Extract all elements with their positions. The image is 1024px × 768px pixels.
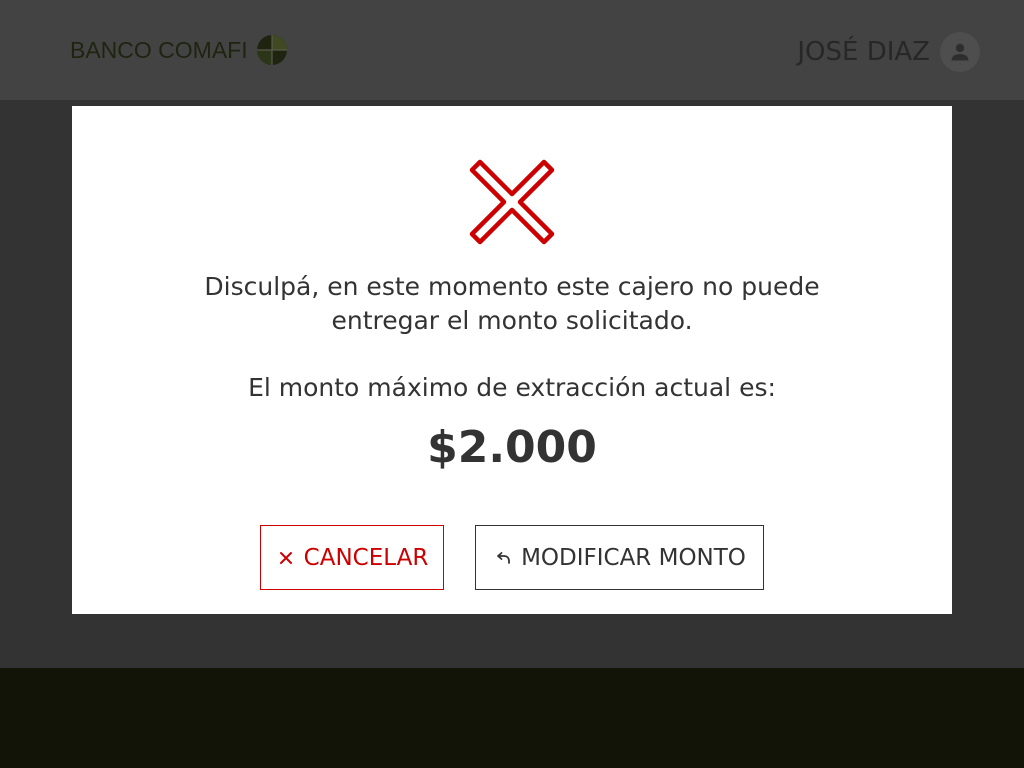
person-icon: [948, 40, 972, 64]
error-x-icon: [462, 152, 562, 252]
modify-amount-button[interactable]: MODIFICAR MONTO: [475, 525, 764, 590]
user-info: JOSÉ DIAZ: [797, 32, 980, 72]
logo-text: BANCO COMAFI: [70, 36, 248, 63]
error-message-line1: Disculpá, en este momento este cajero no…: [204, 272, 820, 301]
max-amount-label: El monto máximo de extracción actual es:: [248, 373, 776, 402]
comafi-globe-logo-icon: [256, 34, 288, 66]
cancel-button-label: CANCELAR: [303, 544, 429, 571]
bank-logo: BANCO COMAFI: [70, 33, 288, 67]
error-message-line2: entregar el monto solicitado.: [331, 306, 693, 335]
avatar: [940, 32, 980, 72]
cancel-button[interactable]: CANCELAR: [260, 525, 444, 590]
top-bar: BANCO COMAFI JOSÉ DIAZ: [0, 0, 1024, 100]
modify-amount-button-label: MODIFICAR MONTO: [521, 544, 746, 571]
undo-arrow-icon: [493, 548, 513, 568]
max-amount-value: $2.000: [427, 422, 597, 473]
error-message: Disculpá, en este momento este cajero no…: [112, 270, 912, 338]
user-name: JOSÉ DIAZ: [797, 37, 930, 67]
close-icon: [276, 548, 296, 568]
